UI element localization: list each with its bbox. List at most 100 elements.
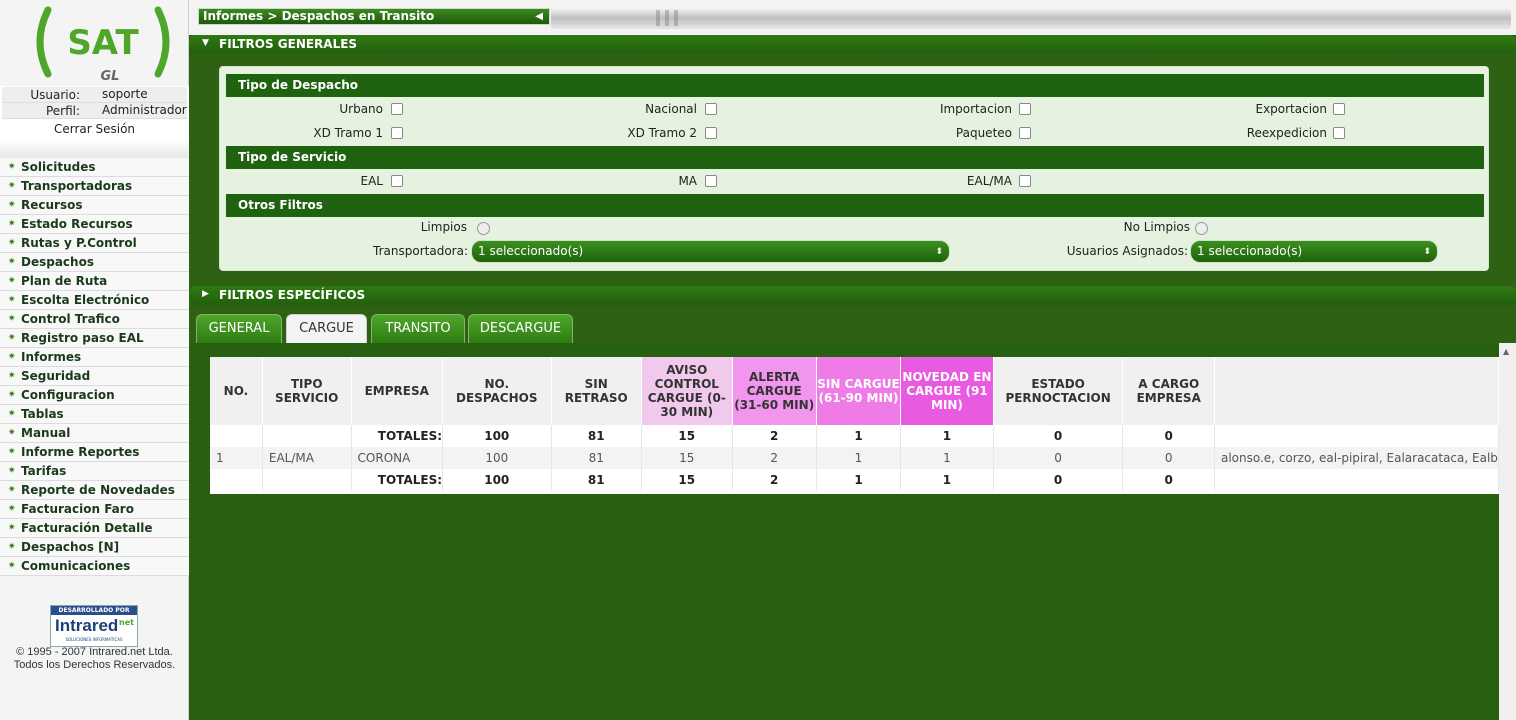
column-header[interactable]: EMPRESA	[351, 357, 444, 425]
menu-item-informes[interactable]: ✷ Informes	[0, 348, 189, 367]
app-root: SAT GL Usuario: soporte Perfil: Administ…	[0, 0, 1516, 720]
menu-item-facturacion-faro[interactable]: ✷ Facturacion Faro	[0, 500, 189, 519]
main-content: Informes > Despachos en Transito ◀ ▼ FIL…	[189, 0, 1516, 720]
checkbox-xd-tramo-1[interactable]	[391, 127, 403, 139]
scroll-up-icon[interactable]: ▲	[1503, 347, 1509, 356]
table-cell: 1	[816, 469, 902, 491]
menu-item-control-trafico[interactable]: ✷ Control Trafico	[0, 310, 189, 329]
menu-item-tablas[interactable]: ✷ Tablas	[0, 405, 189, 424]
no-limpios-label: No Limpios	[1123, 220, 1190, 234]
menu-item-label: Escolta Electrónico	[21, 293, 150, 307]
table-cell: 100	[442, 447, 552, 469]
table-cell: 0	[1122, 447, 1215, 469]
tipo-servicio-title: Tipo de Servicio	[226, 146, 1484, 169]
menu-item-comunicaciones[interactable]: ✷ Comunicaciones	[0, 557, 189, 576]
bullet-icon: ✷	[8, 238, 16, 248]
bullet-icon: ✷	[8, 276, 16, 286]
checkbox-ma[interactable]	[705, 175, 717, 187]
checkbox-reexpedicion[interactable]	[1333, 127, 1345, 139]
logo-text: SAT	[67, 23, 139, 63]
checkbox-xd-tramo-2[interactable]	[705, 127, 717, 139]
dev-bottom: SOLUCIONES INFORMATICAS	[65, 637, 123, 642]
transportadora-select[interactable]: 1 seleccionado(s) ⬍	[471, 240, 950, 263]
filtros-generales-header[interactable]: ▼ FILTROS GENERALES	[189, 35, 1516, 54]
menu-item-seguridad[interactable]: ✷ Seguridad	[0, 367, 189, 386]
checkbox-importacion[interactable]	[1019, 103, 1031, 115]
usuarios-select[interactable]: 1 seleccionado(s) ⬍	[1190, 240, 1438, 263]
column-header[interactable]: AVISO CONTROL CARGUE (0-30 MIN)	[641, 357, 733, 425]
top-scrollbar[interactable]	[551, 7, 1511, 29]
breadcrumb: Informes > Despachos en Transito ◀	[198, 8, 550, 25]
radio-no-limpios[interactable]	[1195, 222, 1208, 235]
menu-item-registro-paso-eal[interactable]: ✷ Registro paso EAL	[0, 329, 189, 348]
column-header[interactable]: NO. DESPACHOS	[442, 357, 552, 425]
copyright-line-1: © 1995 - 2007 Intrared.net Ltda.	[16, 646, 173, 658]
table-header-row: NO. TIPO SERVICIO EMPRESA NO. DESPACHOS SIN …	[210, 357, 1499, 425]
vertical-scrollbar[interactable]: ▲	[1499, 343, 1516, 720]
menu-item-estado-recursos[interactable]: ✷ Estado Recursos	[0, 215, 189, 234]
column-header[interactable]: SIN RETRASO	[551, 357, 642, 425]
table-cell: 1	[900, 425, 994, 447]
menu-item-informe-reportes[interactable]: ✷ Informe Reportes	[0, 443, 189, 462]
column-header[interactable]: NO.	[210, 357, 263, 425]
bullet-icon: ✷	[8, 200, 16, 210]
collapse-arrow-icon[interactable]: ◀	[535, 9, 543, 24]
perfil-label: Perfil:	[45, 104, 80, 118]
column-header[interactable]: SIN CARGUE (61-90 MIN)	[816, 357, 902, 425]
otros-filtros-title: Otros Filtros	[226, 194, 1484, 217]
table-cell: 81	[551, 469, 642, 491]
checkbox-paqueteo[interactable]	[1019, 127, 1031, 139]
table-cell	[210, 469, 263, 491]
breadcrumb-text: Informes > Despachos en Transito	[203, 9, 435, 23]
bullet-icon: ✷	[8, 504, 16, 514]
menu-item-label: Manual	[21, 426, 71, 440]
dev-brand: Intrared	[55, 616, 119, 635]
tab-general[interactable]: GENERAL	[196, 314, 282, 344]
opt-paqueteo-label: Paqueteo	[955, 126, 1012, 140]
menu-item-configuracion[interactable]: ✷ Configuracion	[0, 386, 189, 405]
menu-item-plan-de-ruta[interactable]: ✷ Plan de Ruta	[0, 272, 189, 291]
column-header[interactable]: TIPO SERVICIO	[262, 357, 352, 425]
menu-item-despachos[interactable]: ✷ Despachos	[0, 253, 189, 272]
menu-item-despachos-n[interactable]: ✷ Despachos [N]	[0, 538, 189, 557]
tab-descargue[interactable]: DESCARGUE	[468, 314, 573, 344]
table-cell: 15	[641, 469, 733, 491]
top-bar: Informes > Despachos en Transito ◀	[189, 0, 1516, 35]
grip-handle[interactable]	[649, 6, 689, 30]
menu-item-solicitudes[interactable]: ✷ Solicitudes	[0, 158, 189, 177]
menu-item-manual[interactable]: ✷ Manual	[0, 424, 189, 443]
menu-item-rutas-y-p-control[interactable]: ✷ Rutas y P.Control	[0, 234, 189, 253]
tab-transito[interactable]: TRANSITO	[371, 314, 465, 344]
radio-limpios[interactable]	[477, 222, 490, 235]
bullet-icon: ✷	[8, 542, 16, 552]
checkbox-exportacion[interactable]	[1333, 103, 1345, 115]
menu-item-facturación-detalle[interactable]: ✷ Facturación Detalle	[0, 519, 189, 538]
table-cell: 100	[442, 469, 552, 491]
table-cell: 15	[641, 447, 733, 469]
opt-eal-ma-label: EAL/MA	[966, 174, 1012, 188]
transportadora-value: 1 seleccionado(s)	[478, 244, 584, 258]
sidebar: SAT GL Usuario: soporte Perfil: Administ…	[0, 0, 189, 720]
opt-xd-tramo-2-label: XD Tramo 2	[627, 126, 697, 140]
column-header[interactable]: ALERTA CARGUE (31-60 MIN)	[732, 357, 817, 425]
filtros-especificos-title: FILTROS ESPECÍFICOS	[219, 288, 366, 302]
menu-item-transportadoras[interactable]: ✷ Transportadoras	[0, 177, 189, 196]
menu-item-reporte-de-novedades[interactable]: ✷ Reporte de Novedades	[0, 481, 189, 500]
dev-net: net	[119, 618, 134, 627]
checkbox-urbano[interactable]	[391, 103, 403, 115]
column-header[interactable]: ESTADO PERNOCTACION	[993, 357, 1124, 425]
column-header[interactable]: NOVEDAD EN CARGUE (91 MIN)	[900, 357, 994, 425]
table-cell: 81	[551, 425, 642, 447]
column-header[interactable]: A CARGO EMPRESA	[1122, 357, 1215, 425]
usuarios-label: Usuarios Asignados:	[1066, 244, 1188, 258]
menu-item-escolta-electrónico[interactable]: ✷ Escolta Electrónico	[0, 291, 189, 310]
menu-item-tarifas[interactable]: ✷ Tarifas	[0, 462, 189, 481]
checkbox-eal[interactable]	[391, 175, 403, 187]
filtros-especificos-header[interactable]: ▶ FILTROS ESPECÍFICOS	[189, 286, 1516, 305]
menu-item-recursos[interactable]: ✷ Recursos	[0, 196, 189, 215]
tab-cargue[interactable]: CARGUE	[286, 314, 367, 344]
checkbox-nacional[interactable]	[705, 103, 717, 115]
checkbox-eal-ma[interactable]	[1019, 175, 1031, 187]
column-header[interactable]	[1214, 357, 1499, 425]
logout-link[interactable]: Cerrar Sesión	[0, 122, 189, 136]
